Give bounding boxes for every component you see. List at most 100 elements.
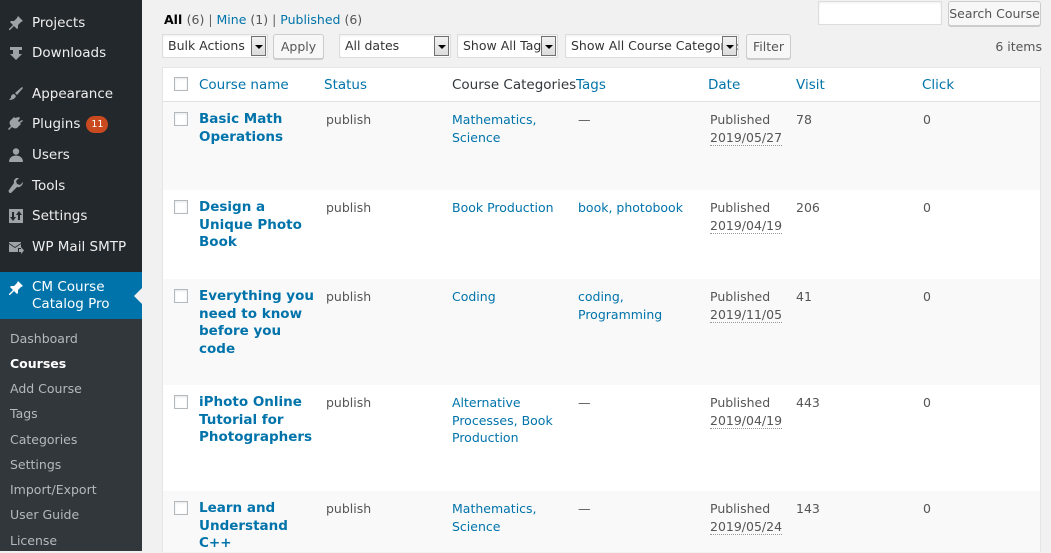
status-cell: publish [326,289,372,304]
column-header-date[interactable]: Date [708,77,740,93]
course-name-link[interactable]: Basic Math Operations [199,111,314,146]
visit-cell: 143 [796,501,820,516]
categories-cell[interactable]: Alternative Processes, Book Production [452,394,562,447]
mail-icon [8,239,24,255]
current-menu-arrow [134,288,142,304]
click-cell: 0 [923,501,931,516]
submenu-item-license[interactable]: License [10,533,57,548]
chevron-down-icon [251,36,266,56]
column-header-course-name[interactable]: Course name [199,77,289,93]
course-name-link[interactable]: Everything you need to know before you c… [199,288,314,358]
sidebar-item-label: CM Course Catalog Pro [32,279,110,312]
sidebar-item-label: Appearance [32,86,114,102]
courses-table: Course name Status Course Categories Tag… [162,67,1041,552]
table-row: Basic Math Operations publish Mathematic… [163,102,1040,190]
submenu-item-settings[interactable]: Settings [10,457,61,472]
column-header-visit[interactable]: Visit [796,77,825,93]
visit-cell: 206 [796,200,820,215]
row-checkbox[interactable] [174,200,188,214]
sidebar-item-label: Plugins [32,116,81,132]
row-checkbox[interactable] [174,395,188,409]
submenu-item-dashboard[interactable]: Dashboard [10,331,78,346]
table-header: Course name Status Course Categories Tag… [163,68,1040,102]
chevron-down-icon [541,36,556,56]
dates-filter-select[interactable]: All dates [339,34,451,58]
sidebar-item-cm-course-catalog-pro[interactable]: CM Course Catalog Pro [0,272,142,319]
sidebar-item-downloads[interactable]: Downloads [0,38,142,68]
sidebar-item-plugins[interactable]: Plugins 11 [0,109,142,139]
sidebar-item-wp-mail-smtp[interactable]: WP Mail SMTP [0,232,142,262]
submenu-item-add-course[interactable]: Add Course [10,381,82,396]
tags-cell[interactable]: book, photobook [578,199,688,217]
plugin-icon [8,116,24,132]
apply-button[interactable]: Apply [273,34,324,59]
submenu-item-user-guide[interactable]: User Guide [10,507,79,522]
row-checkbox[interactable] [174,112,188,126]
column-header-course-categories: Course Categories [452,77,577,93]
sidebar-item-users[interactable]: Users [0,140,142,170]
sidebar-item-projects[interactable]: Projects [0,8,142,38]
sidebar-item-label: Downloads [32,45,107,61]
tags-cell[interactable]: coding, Programming [578,288,688,323]
column-header-click[interactable]: Click [922,77,954,93]
view-filters: All (6) | Mine (1) | Published (6) [164,12,363,27]
column-header-tags[interactable]: Tags [576,77,606,93]
table-row: Learn and Understand C++ publish Mathema… [163,491,1040,552]
status-cell: publish [326,501,372,516]
items-count: 6 items [995,39,1042,54]
course-name-link[interactable]: Learn and Understand C++ [199,500,314,553]
click-cell: 0 [923,395,931,410]
click-cell: 0 [923,112,931,127]
sidebar-item-settings[interactable]: Settings [0,201,142,231]
sidebar-item-label: Users [32,147,70,163]
row-checkbox[interactable] [174,501,188,515]
visit-cell: 443 [796,395,820,410]
visit-cell: 41 [796,289,812,304]
status-cell: publish [326,112,372,127]
submenu-item-tags[interactable]: Tags [10,406,38,421]
submenu-item-categories[interactable]: Categories [10,432,77,447]
categories-cell[interactable]: Mathematics, Science [452,111,562,146]
categories-cell[interactable]: Mathematics, Science [452,500,562,535]
table-row: Everything you need to know before you c… [163,279,1040,385]
tags-cell: — [578,112,591,127]
user-icon [8,147,24,163]
status-cell: publish [326,200,372,215]
categories-cell[interactable]: Coding [452,288,562,306]
bulk-actions-select[interactable]: Bulk Actions [162,34,268,58]
submenu-item-courses[interactable]: Courses [10,356,66,371]
view-published[interactable]: Published (6) [280,12,362,27]
visit-cell: 78 [796,112,812,127]
sidebar-item-label: Tools [32,178,66,194]
click-cell: 0 [923,289,931,304]
course-name-link[interactable]: iPhoto Online Tutorial for Photographers [199,394,314,447]
download-icon [8,45,24,61]
view-all[interactable]: All (6) [164,12,204,27]
row-checkbox[interactable] [174,289,188,303]
click-cell: 0 [923,200,931,215]
categories-cell[interactable]: Book Production [452,199,562,217]
table-row: Design a Unique Photo Book publish Book … [163,190,1040,279]
pin-icon [8,280,24,296]
course-categories-filter-select[interactable]: Show All Course Categories [565,34,739,58]
search-course-button[interactable]: Search Course [948,1,1041,26]
search-input[interactable] [818,1,942,25]
date-cell: Published 2019/04/19 [710,200,783,234]
plugin-updates-badge: 11 [86,115,109,133]
chevron-down-icon [434,36,449,56]
admin-sidebar: Projects Downloads Appearance Plugins 11… [0,0,142,551]
filter-button[interactable]: Filter [746,34,791,59]
course-name-link[interactable]: Design a Unique Photo Book [199,199,314,252]
view-mine[interactable]: Mine (1) [217,12,269,27]
sidebar-item-label: Settings [32,208,88,224]
submenu-item-import-export[interactable]: Import/Export [10,482,97,497]
sidebar-item-tools[interactable]: Tools [0,171,142,201]
date-cell: Published 2019/05/27 [710,112,783,146]
select-all-checkbox[interactable] [174,77,188,91]
column-header-status[interactable]: Status [324,77,367,93]
status-cell: publish [326,395,372,410]
settings-icon [8,208,24,224]
sidebar-item-label: WP Mail SMTP [32,239,127,255]
tags-filter-select[interactable]: Show All Tags [457,34,558,58]
sidebar-item-appearance[interactable]: Appearance [0,79,142,109]
